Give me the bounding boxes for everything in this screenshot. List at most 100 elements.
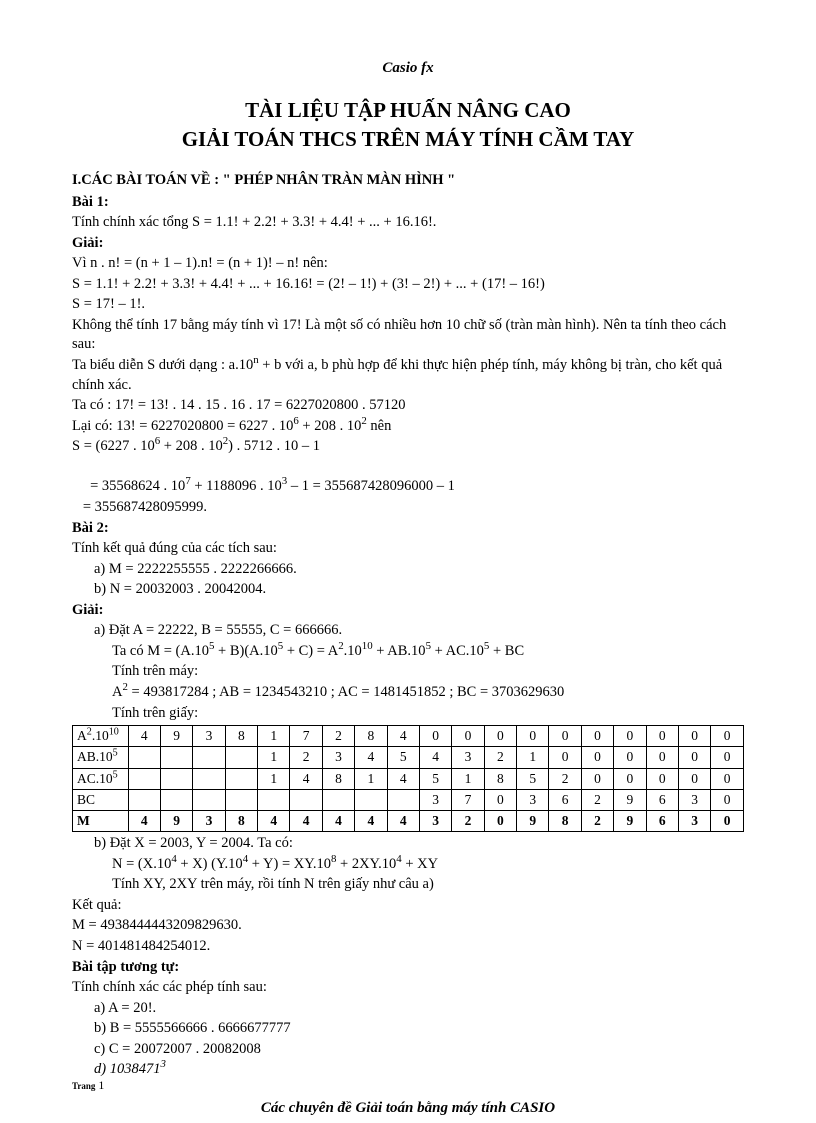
- digit-cell: 1: [258, 768, 290, 789]
- digit-cell: 5: [517, 768, 549, 789]
- digit-cell: 1: [517, 747, 549, 768]
- digit-cell: 3: [193, 726, 225, 747]
- bai1-step: S = 17! – 1!.: [72, 295, 744, 315]
- bai2-sol-a3: Tính trên máy:: [72, 662, 744, 682]
- digit-cell: 5: [387, 747, 419, 768]
- row-header: M: [73, 811, 129, 832]
- bai2-sol-a4: A2 = 493817284 ; AB = 1234543210 ; AC = …: [72, 683, 744, 703]
- digit-cell: [355, 789, 387, 810]
- digit-cell: 0: [484, 811, 516, 832]
- digit-cell: 0: [581, 726, 613, 747]
- row-header: AC.105: [73, 768, 129, 789]
- digit-cell: 1: [258, 726, 290, 747]
- digit-cell: 2: [290, 747, 322, 768]
- page-number: Trang 1: [72, 1077, 104, 1093]
- bai2-intro: Tính kết quả đúng của các tích sau:: [72, 539, 744, 559]
- digit-cell: [193, 789, 225, 810]
- bai1-problem: Tính chính xác tổng S = 1.1! + 2.2! + 3.…: [72, 213, 744, 233]
- bai1-step: Ta có : 17! = 13! . 14 . 15 . 16 . 17 = …: [72, 396, 744, 416]
- digit-cell: 1: [258, 747, 290, 768]
- bai2-item-a: a) M = 2222255555 . 2222266666.: [72, 560, 744, 580]
- digit-cell: 6: [646, 811, 678, 832]
- bai1-step: Vì n . n! = (n + 1 – 1).n! = (n + 1)! – …: [72, 254, 744, 274]
- bai2-sol-b1: b) Đặt X = 2003, Y = 2004. Ta có:: [72, 834, 744, 854]
- digit-cell: [225, 768, 257, 789]
- digit-cell: 3: [419, 811, 451, 832]
- bai2-sol-a2: Ta có M = (A.105 + B)(A.105 + C) = A2.10…: [72, 642, 744, 662]
- digit-cell: 7: [452, 789, 484, 810]
- digit-cell: 2: [549, 768, 581, 789]
- footer-title: Các chuyên đề Giải toán bằng máy tính CA…: [72, 1098, 744, 1118]
- digit-cell: 7: [290, 726, 322, 747]
- digit-cell: 0: [646, 768, 678, 789]
- digit-cell: 4: [355, 747, 387, 768]
- digit-cell: 0: [711, 726, 744, 747]
- digit-cell: 2: [452, 811, 484, 832]
- digit-cell: 1: [355, 768, 387, 789]
- digit-cell: 9: [614, 811, 646, 832]
- btt-d: d) 10384713: [72, 1060, 744, 1080]
- section-1-heading: I.CÁC BÀI TOÁN VỀ : " PHÉP NHÂN TRÀN MÀN…: [72, 171, 744, 191]
- bai1-step: S = (6227 . 106 + 208 . 102) . 5712 . 10…: [72, 437, 744, 457]
- bai2-giai-label: Giải:: [72, 601, 744, 621]
- digit-cell: 1: [452, 768, 484, 789]
- bai2-item-b: b) N = 20032003 . 20042004.: [72, 580, 744, 600]
- digit-cell: 4: [419, 747, 451, 768]
- digit-cell: 0: [614, 726, 646, 747]
- digit-cell: [290, 789, 322, 810]
- btt-b: b) B = 5555566666 . 6666677777: [72, 1019, 744, 1039]
- digit-cell: 2: [322, 726, 354, 747]
- digit-cell: 4: [355, 811, 387, 832]
- baitap-tuongtu-label: Bài tập tương tự:: [72, 958, 744, 978]
- result-n: N = 401481484254012.: [72, 937, 744, 957]
- row-header: A2.1010: [73, 726, 129, 747]
- bai2-label: Bài 2:: [72, 519, 744, 539]
- digit-cell: [160, 789, 192, 810]
- brand-header: Casio fx: [72, 58, 744, 78]
- digit-cell: 9: [160, 726, 192, 747]
- digit-cell: 3: [452, 747, 484, 768]
- digit-cell: 0: [549, 747, 581, 768]
- digit-cell: 2: [484, 747, 516, 768]
- digit-cell: 0: [484, 726, 516, 747]
- digit-cell: 0: [678, 726, 710, 747]
- digit-cell: 4: [258, 811, 290, 832]
- digit-cell: 8: [225, 811, 257, 832]
- digit-cell: 4: [128, 811, 160, 832]
- digit-cell: 3: [419, 789, 451, 810]
- digit-cell: [193, 768, 225, 789]
- digit-cell: [225, 747, 257, 768]
- digit-cell: 9: [614, 789, 646, 810]
- digit-cell: 8: [322, 768, 354, 789]
- bai2-sol-a5: Tính trên giấy:: [72, 704, 744, 724]
- bai2-sol-b3: Tính XY, 2XY trên máy, rồi tính N trên g…: [72, 875, 744, 895]
- digit-cell: 3: [678, 811, 710, 832]
- bai1-step: Ta biểu diễn S dưới dạng : a.10n + b với…: [72, 356, 744, 395]
- digit-cell: [322, 789, 354, 810]
- digit-cell: 4: [128, 726, 160, 747]
- digit-cell: 3: [678, 789, 710, 810]
- digit-cell: 2: [581, 789, 613, 810]
- digit-cell: 6: [646, 789, 678, 810]
- digit-cell: 0: [484, 789, 516, 810]
- bai2-sol-b2: N = (X.104 + X) (Y.104 + Y) = XY.108 + 2…: [72, 855, 744, 875]
- digit-cell: 0: [711, 811, 744, 832]
- digit-cell: 6: [549, 789, 581, 810]
- digit-cell: 0: [711, 789, 744, 810]
- digit-cell: 8: [355, 726, 387, 747]
- digit-cell: 0: [549, 726, 581, 747]
- bai1-label: Bài 1:: [72, 193, 744, 213]
- bai1-step: = 35568624 . 107 + 1188096 . 103 – 1 = 3…: [72, 458, 744, 497]
- digit-cell: 0: [678, 747, 710, 768]
- digit-cell: [160, 747, 192, 768]
- doc-title-line2: GIẢI TOÁN THCS TRÊN MÁY TÍNH CẦM TAY: [72, 125, 744, 153]
- bai1-step: S = 1.1! + 2.2! + 3.3! + 4.4! + ... + 16…: [72, 275, 744, 295]
- calculation-table: A2.10104938172840000000000AB.10512345432…: [72, 725, 744, 832]
- digit-cell: 8: [484, 768, 516, 789]
- digit-cell: 0: [581, 768, 613, 789]
- bai1-step: Lại có: 13! = 6227020800 = 6227 . 106 + …: [72, 417, 744, 437]
- doc-title-line1: TÀI LIỆU TẬP HUẤN NÂNG CAO: [72, 96, 744, 124]
- digit-cell: [193, 747, 225, 768]
- digit-cell: 0: [711, 747, 744, 768]
- digit-cell: 3: [193, 811, 225, 832]
